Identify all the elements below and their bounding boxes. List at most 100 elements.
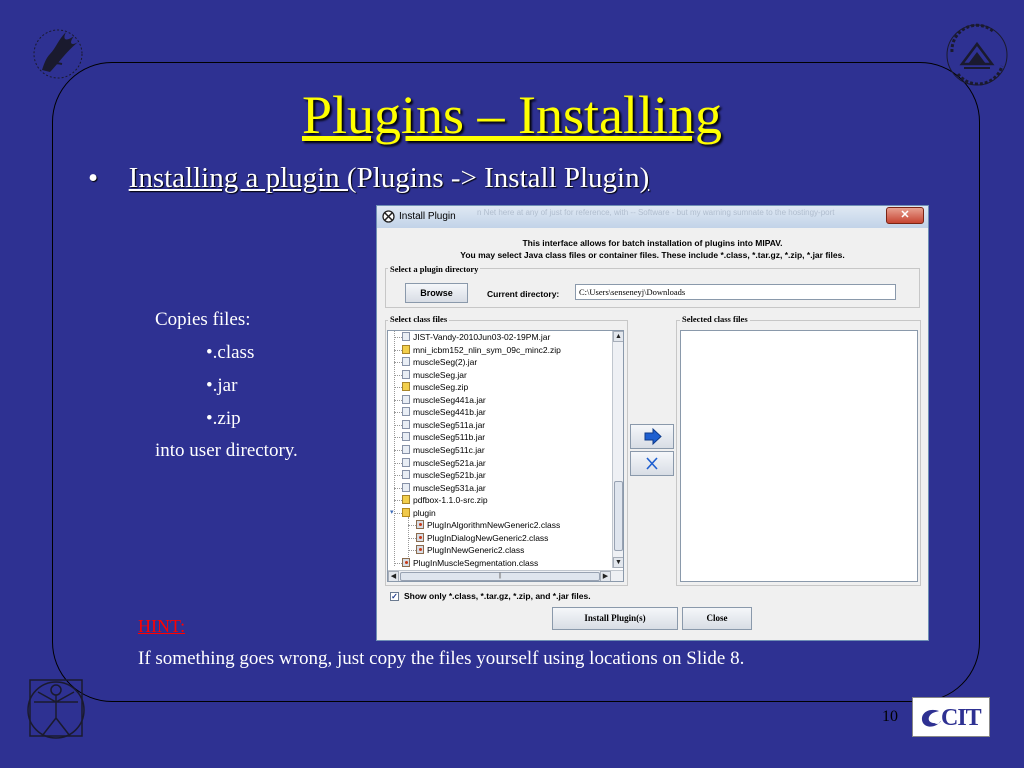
scroll-right-arrow-icon[interactable]: ▶ <box>600 571 611 581</box>
select-class-files-label: Select class files <box>388 314 450 324</box>
file-tree-row-label: plugin <box>413 507 436 518</box>
class-file-icon <box>416 532 424 542</box>
info-line-2: You may select Java class files or conta… <box>460 250 845 260</box>
file-tree-row[interactable]: muscleSeg(2).jar <box>402 356 477 369</box>
close-icon: ✕ <box>900 209 910 221</box>
expand-toggle-icon[interactable]: ▾ <box>390 507 394 520</box>
file-tree-row[interactable]: plugin <box>402 507 436 520</box>
cit-logo: CIT <box>912 697 990 737</box>
hint-label: HINT: <box>138 616 186 636</box>
scroll-up-arrow-icon[interactable]: ▲ <box>613 331 623 342</box>
file-tree-row[interactable]: JIST-Vandy-2010Jun03-02-19PM.jar <box>402 331 550 344</box>
jar-file-icon <box>402 432 410 442</box>
selected-class-files-list[interactable] <box>680 330 918 582</box>
scroll-down-arrow-icon[interactable]: ▼ <box>613 557 623 568</box>
copies-files-label: Copies files: <box>155 309 251 330</box>
file-tree-row[interactable]: muscleSeg511b.jar <box>402 431 485 444</box>
file-tree-row-label: muscleSeg(2).jar <box>413 357 478 368</box>
zip-file-icon <box>402 382 410 392</box>
current-directory-label: Current directory: <box>487 289 560 299</box>
browse-button[interactable]: Browse <box>405 283 468 303</box>
add-arrow-icon <box>644 427 662 446</box>
file-tree-row-label: muscleSeg.jar <box>413 369 467 380</box>
file-tree-row[interactable]: muscleSeg521b.jar <box>402 469 486 482</box>
file-tree-row-label: PlugInAlgorithmNewGeneric2.class <box>427 520 561 531</box>
dialog-titlebar[interactable]: Install Plugin n Net here at any of just… <box>377 206 928 228</box>
info-line-1: This interface allows for batch installa… <box>522 238 783 248</box>
file-tree-row[interactable]: muscleSeg521a.jar <box>402 457 486 470</box>
hhs-eagle-logo-icon <box>28 24 88 84</box>
file-tree-row-label: PlugInDialogNewGeneric2.class <box>427 532 549 543</box>
folder-file-icon <box>402 507 410 517</box>
jar-file-icon <box>402 394 410 404</box>
cit-logo-text: CIT <box>941 705 982 731</box>
file-tree-row[interactable]: muscleSeg511a.jar <box>402 419 485 432</box>
install-plugins-button[interactable]: Install Plugin(s) <box>552 607 678 630</box>
file-tree-row[interactable]: pdfbox-1.1.0-src.zip <box>402 494 488 507</box>
class-file-icon <box>416 520 424 530</box>
jar-file-icon <box>402 419 410 429</box>
file-tree-row-label: PlugInNewGeneric2.class <box>427 545 525 556</box>
add-files-button[interactable] <box>630 424 674 449</box>
file-tree-row[interactable]: muscleSeg531a.jar <box>402 482 486 495</box>
file-tree-row-label: PlugInMuscleSegmentation.class <box>413 557 539 568</box>
slide-title: Plugins – Installing <box>301 85 723 145</box>
file-type-class: •.class <box>206 342 255 363</box>
page-number: 10 <box>882 708 898 725</box>
file-tree-row[interactable]: PlugInNewGeneric2.class <box>416 544 524 557</box>
file-tree-row[interactable]: PlugInAlgorithmNewGeneric2.class <box>416 519 560 532</box>
jar-file-icon <box>402 444 410 454</box>
file-type-jar: •.jar <box>206 375 238 396</box>
settings-gear-icon <box>382 210 395 223</box>
file-tree-row-label: muscleSeg441a.jar <box>413 394 486 405</box>
file-tree-horizontal-scrollbar[interactable]: ◀ || ▶ <box>388 570 623 581</box>
bullet-main-text: Installing a plugin ( <box>128 162 357 194</box>
file-tree-row-label: muscleSeg521a.jar <box>413 457 486 468</box>
file-tree-row-label: JIST-Vandy-2010Jun03-02-19PM.jar <box>413 332 551 342</box>
file-tree-row[interactable]: mni_icbm152_nlin_sym_09c_minc2.zip <box>402 344 561 357</box>
jar-file-icon <box>402 369 410 379</box>
zip-file-icon <box>402 344 410 354</box>
remove-x-icon <box>646 457 658 470</box>
show-filtered-checkbox[interactable]: ✓ <box>390 592 399 601</box>
file-tree-row[interactable]: muscleSeg441a.jar <box>402 394 486 407</box>
file-tree-row[interactable]: muscleSeg511c.jar <box>402 444 485 457</box>
file-type-zip: •.zip <box>206 408 241 429</box>
file-tree-row-label: muscleSeg441b.jar <box>413 407 486 418</box>
dialog-title: Install Plugin <box>399 211 456 222</box>
class-file-tree[interactable]: JIST-Vandy-2010Jun03-02-19PM.jar mni_icbm… <box>387 330 624 582</box>
plugin-directory-label: Select a plugin directory <box>388 264 481 274</box>
hint-text: If something goes wrong, just copy the f… <box>138 648 745 669</box>
close-button[interactable]: Close <box>682 607 752 630</box>
show-filtered-label: Show only *.class, *.tar.gz, *.zip, and … <box>404 591 591 601</box>
scroll-left-arrow-icon[interactable]: ◀ <box>388 571 399 581</box>
class-file-icon <box>416 545 424 555</box>
bullet-close-paren: ) <box>639 162 650 194</box>
destination-text: into user directory. <box>155 440 298 461</box>
selected-class-files-label: Selected class files <box>680 314 750 324</box>
jar-file-icon <box>402 332 410 341</box>
horizontal-scroll-thumb[interactable]: || <box>400 572 600 581</box>
file-tree-row[interactable]: muscleSeg.zip <box>402 381 468 394</box>
nih-seal-icon <box>944 22 1010 88</box>
current-directory-field[interactable]: C:\Users\senseneyj\Downloads <box>575 284 896 300</box>
jar-file-icon <box>402 457 410 467</box>
vertical-scroll-thumb[interactable] <box>614 481 623 551</box>
window-close-button[interactable]: ✕ <box>886 207 924 224</box>
file-tree-vertical-scrollbar[interactable]: ▲ ▼ <box>612 331 623 568</box>
remove-files-button[interactable] <box>630 451 674 476</box>
file-tree-row-label: pdfbox-1.1.0-src.zip <box>413 495 488 506</box>
file-tree-row[interactable]: muscleSeg.jar <box>402 369 467 382</box>
file-tree-row[interactable]: PlugInDialogNewGeneric2.class <box>416 532 548 545</box>
file-tree-row-label: muscleSeg521b.jar <box>413 470 486 481</box>
bullet-menu-path: Plugins -> Install Plugin <box>356 162 640 194</box>
file-tree-row[interactable]: muscleSeg441b.jar <box>402 406 486 419</box>
file-tree-row-label: muscleSeg511c.jar <box>413 444 485 455</box>
file-tree-row-label: muscleSeg531a.jar <box>413 482 486 493</box>
zip-file-icon <box>402 495 410 505</box>
file-tree-row[interactable]: PlugInMuscleSegmentation.class <box>402 557 538 570</box>
jar-file-icon <box>402 357 410 367</box>
background-window-text: n Net here at any of just for reference,… <box>477 208 835 217</box>
file-tree-row-label: mni_icbm152_nlin_sym_09c_minc2.zip <box>413 344 561 355</box>
cit-swoosh-icon <box>921 709 941 727</box>
